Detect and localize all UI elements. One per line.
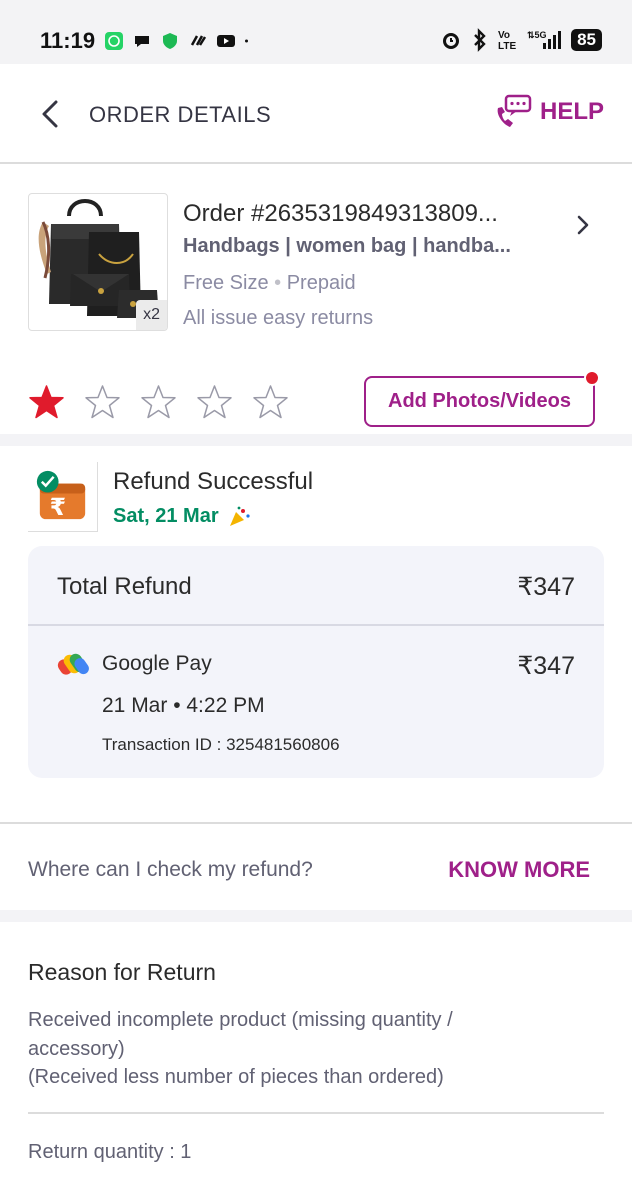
whatsapp-icon bbox=[105, 32, 123, 50]
transaction-id: Transaction ID : 325481560806 bbox=[102, 735, 340, 754]
order-summary-card[interactable]: x2 Order #2635319849313809... Handbags |… bbox=[0, 166, 632, 434]
return-reason-detail: (Received less number of pieces than ord… bbox=[28, 1066, 444, 1088]
notification-icons bbox=[104, 31, 254, 51]
total-refund-label: Total Refund bbox=[57, 573, 192, 600]
star-empty-icon[interactable] bbox=[252, 384, 289, 420]
party-popper-icon bbox=[229, 506, 250, 526]
section-divider bbox=[0, 434, 632, 446]
payment-type: Prepaid bbox=[286, 272, 356, 294]
more-notifications-icon bbox=[245, 39, 248, 43]
returns-note: All issue easy returns bbox=[183, 307, 374, 329]
meta-separator: • bbox=[274, 272, 287, 294]
order-meta: Free Size • Prepaid bbox=[183, 272, 356, 295]
refund-status: Refund Successful bbox=[113, 468, 314, 495]
return-reason-title: Reason for Return bbox=[28, 959, 216, 985]
refund-help-row: Where can I check my refund? KNOW MORE bbox=[0, 822, 632, 910]
return-reason-section: Reason for Return Received incomplete pr… bbox=[0, 922, 632, 1200]
star-filled-icon[interactable] bbox=[28, 384, 65, 420]
rating-stars bbox=[28, 384, 289, 420]
svg-text:LTE: LTE bbox=[498, 41, 516, 52]
svg-text:Vo: Vo bbox=[498, 30, 510, 41]
svg-text:⇅5G: ⇅5G bbox=[527, 30, 547, 40]
youtube-icon bbox=[217, 35, 235, 47]
refund-section: ₹ Refund Successful Sat, 21 Mar Total Re… bbox=[0, 446, 632, 820]
divider bbox=[28, 1112, 604, 1114]
app-header: ORDER DETAILS HELP bbox=[0, 64, 632, 164]
notification-dot bbox=[584, 370, 600, 386]
refund-help-question: Where can I check my refund? bbox=[28, 858, 313, 881]
total-refund-value: ₹347 bbox=[517, 573, 575, 601]
star-empty-icon[interactable] bbox=[84, 384, 121, 420]
signal-icon: ⇅5G bbox=[527, 30, 562, 49]
refund-date: Sat, 21 Mar bbox=[113, 505, 219, 527]
total-refund-row: Total Refund ₹347 bbox=[28, 546, 604, 626]
bluetooth-icon bbox=[474, 28, 486, 52]
wallet-refund-icon: ₹ bbox=[28, 462, 98, 532]
add-photos-videos-button[interactable]: Add Photos/Videos bbox=[364, 376, 595, 427]
help-button[interactable]: HELP bbox=[494, 94, 604, 130]
refund-date-row: Sat, 21 Mar bbox=[113, 505, 251, 528]
return-quantity: Return quantity : 1 bbox=[28, 1141, 192, 1163]
alarm-icon bbox=[443, 33, 460, 49]
help-label: HELP bbox=[539, 98, 604, 125]
link-icon bbox=[190, 35, 207, 46]
refund-datetime: 21 Mar • 4:22 PM bbox=[102, 694, 265, 717]
svg-text:₹: ₹ bbox=[50, 493, 66, 521]
star-empty-icon[interactable] bbox=[196, 384, 233, 420]
google-pay-icon bbox=[57, 653, 89, 675]
product-size: Free Size bbox=[183, 272, 269, 294]
order-id: Order #2635319849313809... bbox=[183, 200, 498, 227]
chat-icon bbox=[135, 36, 149, 47]
help-support-icon bbox=[497, 94, 532, 127]
product-thumbnail[interactable]: x2 bbox=[28, 193, 168, 331]
return-reason-text: Received incomplete product (missing qua… bbox=[28, 1009, 453, 1060]
know-more-link[interactable]: KNOW MORE bbox=[448, 857, 590, 883]
section-divider bbox=[0, 910, 632, 922]
back-arrow-icon[interactable] bbox=[36, 96, 66, 132]
chevron-right-icon[interactable] bbox=[572, 214, 594, 236]
battery-level: 85 bbox=[571, 29, 602, 51]
payment-method-name: Google Pay bbox=[102, 652, 212, 675]
volte-icon: VoLTE bbox=[498, 30, 516, 52]
system-icons: Vo LTE ⇅5G 85 bbox=[439, 28, 602, 52]
page-title: ORDER DETAILS bbox=[89, 102, 272, 127]
shield-icon bbox=[163, 33, 177, 49]
product-name: Handbags | women bag | handba... bbox=[183, 235, 511, 257]
star-empty-icon[interactable] bbox=[140, 384, 177, 420]
quantity-badge: x2 bbox=[136, 300, 167, 330]
refund-breakdown-box: Total Refund ₹347 Google Pay ₹347 21 Mar… bbox=[28, 546, 604, 778]
payment-method-amount: ₹347 bbox=[517, 652, 575, 680]
status-bar: 11:19 Vo LTE ⇅5G 85 bbox=[0, 0, 632, 64]
status-time: 11:19 bbox=[40, 28, 96, 53]
